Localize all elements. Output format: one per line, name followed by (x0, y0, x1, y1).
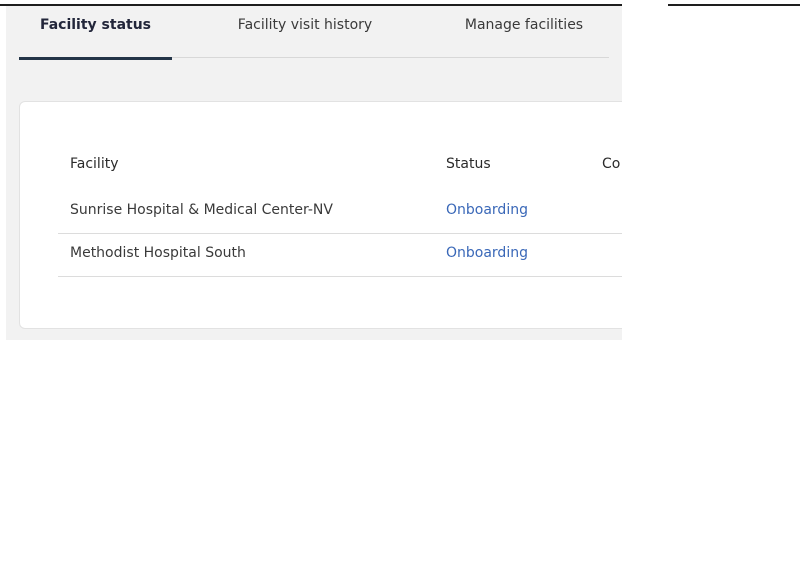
active-tab-indicator (19, 57, 172, 60)
facility-name: Sunrise Hospital & Medical Center-NV (70, 202, 333, 218)
tab-label: Facility status (39, 17, 152, 33)
tab-manage-facilities[interactable]: Manage facilities (439, 6, 609, 58)
tab-facility-status[interactable]: Facility status (19, 6, 172, 60)
top-divider-right (668, 4, 800, 6)
facility-status-card: Facility Status Co Sunrise Hospital & Me… (19, 101, 622, 329)
tab-label: Facility visit history (237, 17, 373, 33)
column-header-facility[interactable]: Facility (70, 156, 119, 172)
tab-facility-visit-history[interactable]: Facility visit history (199, 6, 411, 58)
column-header-status[interactable]: Status (446, 156, 491, 172)
facility-name: Methodist Hospital South (70, 245, 246, 261)
column-header-truncated[interactable]: Co (602, 156, 620, 172)
row-divider (58, 233, 622, 234)
status-link[interactable]: Onboarding (446, 202, 528, 218)
tab-bar: Facility status Facility visit history M… (19, 6, 609, 60)
status-link[interactable]: Onboarding (446, 245, 528, 261)
tab-label: Manage facilities (464, 17, 584, 33)
facility-panel: Facility status Facility visit history M… (6, 6, 622, 340)
row-divider (58, 276, 622, 277)
